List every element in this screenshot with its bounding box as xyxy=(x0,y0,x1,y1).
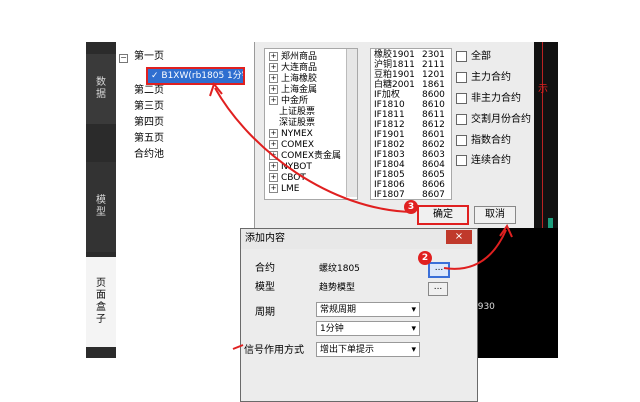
arrow-to-signal-label xyxy=(232,344,244,350)
arrow-to-selected-item xyxy=(214,87,413,213)
arrow-to-cancel-button xyxy=(443,229,507,270)
step-badge-3: 3 xyxy=(404,200,418,214)
step-badge-2: 2 xyxy=(418,251,432,265)
annotation-arrows xyxy=(209,81,513,350)
